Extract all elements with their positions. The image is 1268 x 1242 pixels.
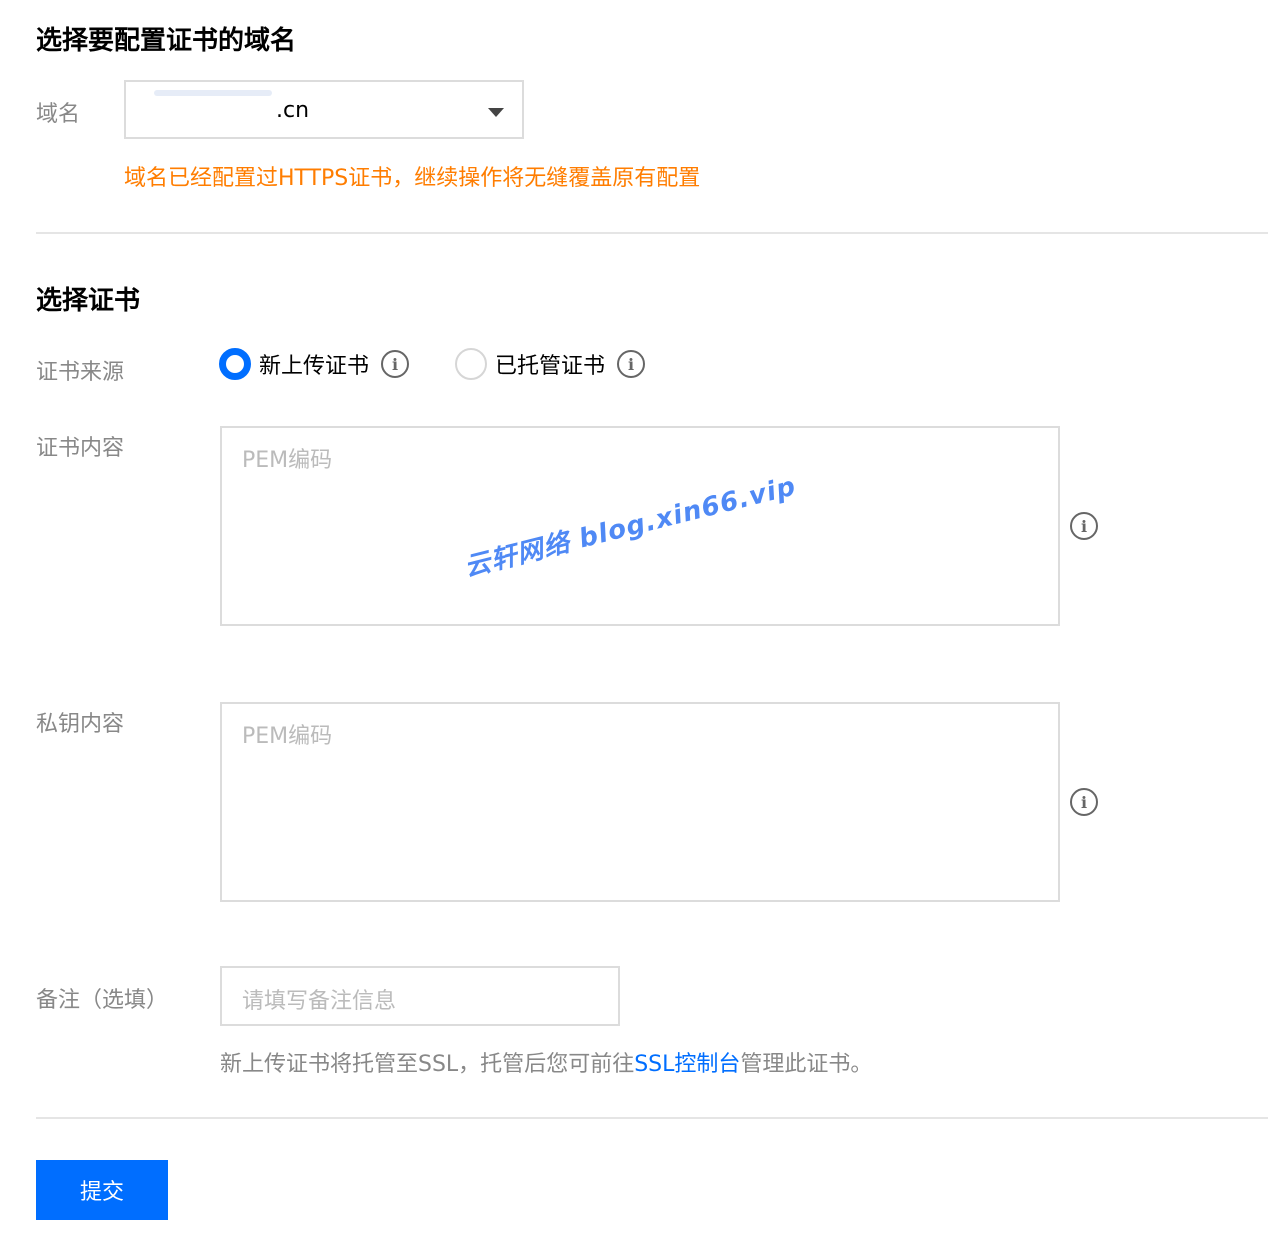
https-warning-text: 域名已经配置过HTTPS证书，继续操作将无缝覆盖原有配置 <box>124 166 701 191</box>
remark-label: 备注（选填） <box>36 988 169 1013</box>
radio-hosted-cert[interactable]: 已托管证书 i <box>455 348 646 380</box>
radio-hosted-cert-label: 已托管证书 <box>495 354 606 379</box>
info-icon[interactable]: i <box>617 350 646 378</box>
help-text: 新上传证书将托管至SSL，托管后您可前往SSL控制台管理此证书。 <box>220 1046 872 1078</box>
radio-button-checked[interactable] <box>219 348 251 380</box>
chevron-down-icon[interactable] <box>488 108 504 117</box>
ssl-console-link[interactable]: SSL控制台 <box>634 1052 740 1077</box>
redacted-domain-blur <box>154 90 272 96</box>
key-content-textarea[interactable]: PEM编码 <box>220 702 1060 902</box>
info-icon[interactable]: i <box>381 350 410 378</box>
section-divider <box>36 232 1268 234</box>
key-content-label: 私钥内容 <box>36 712 125 737</box>
domain-select[interactable]: .cn <box>124 80 524 139</box>
cert-content-label: 证书内容 <box>36 436 125 461</box>
radio-button-unchecked[interactable] <box>455 348 487 380</box>
submit-button[interactable]: 提交 <box>36 1160 168 1220</box>
info-icon[interactable]: i <box>1070 788 1098 816</box>
domain-section-title: 选择要配置证书的域名 <box>36 26 297 56</box>
help-text-prefix: 新上传证书将托管至SSL，托管后您可前往 <box>220 1052 635 1077</box>
help-text-suffix: 管理此证书。 <box>740 1052 873 1077</box>
radio-new-upload[interactable]: 新上传证书 i <box>219 348 410 380</box>
domain-select-value: .cn <box>276 98 310 123</box>
remark-input[interactable]: 请填写备注信息 <box>220 966 620 1026</box>
radio-new-upload-label: 新上传证书 <box>259 354 370 379</box>
cert-source-label: 证书来源 <box>36 360 125 385</box>
cert-section-title: 选择证书 <box>36 286 141 316</box>
footer-divider <box>36 1117 1268 1119</box>
domain-label: 域名 <box>36 102 81 127</box>
info-icon[interactable]: i <box>1070 512 1098 540</box>
